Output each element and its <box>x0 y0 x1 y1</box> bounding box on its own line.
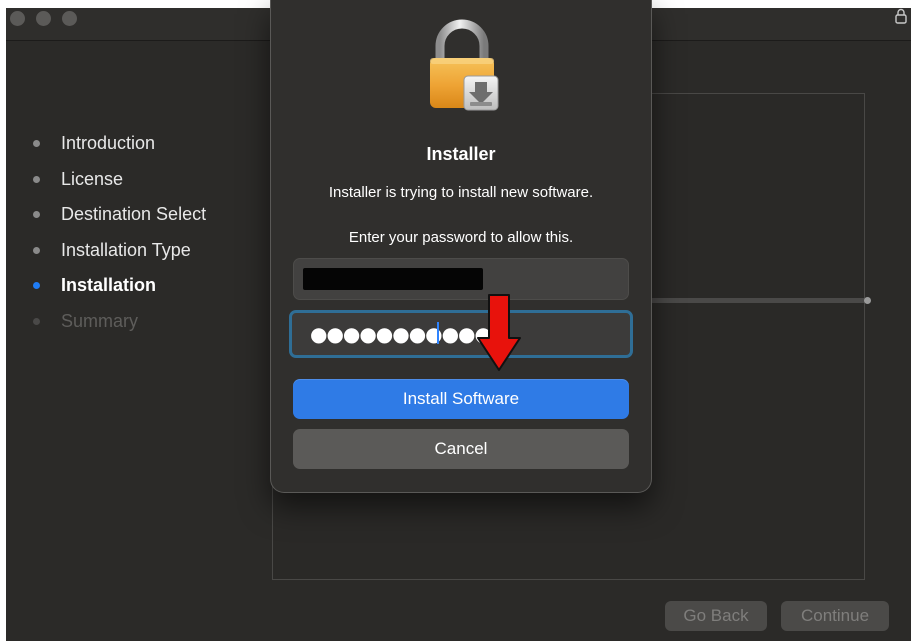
close-window-button[interactable] <box>10 11 25 26</box>
install-progress-bar <box>650 297 871 304</box>
step-dot <box>33 211 40 219</box>
go-back-button[interactable]: Go Back <box>665 601 767 631</box>
step-dot-active <box>33 282 40 290</box>
username-field[interactable] <box>293 258 629 300</box>
redacted-username <box>303 268 483 290</box>
password-mask: ●●●●●●●●●●● <box>310 322 492 346</box>
step-label: License <box>61 168 124 189</box>
step-label: Installation <box>61 275 157 296</box>
step-destination-select: Destination Select <box>32 197 206 233</box>
step-dot <box>33 175 40 183</box>
cancel-button[interactable]: Cancel <box>293 429 629 469</box>
minimize-window-button[interactable] <box>36 11 51 26</box>
password-field[interactable]: ●●●●●●●●●●● <box>289 310 633 358</box>
step-summary: Summary <box>32 304 206 340</box>
lock-icon <box>895 8 907 29</box>
step-dot <box>33 317 40 325</box>
authentication-dialog: Installer Installer is trying to install… <box>270 0 652 493</box>
dialog-prompt: Enter your password to allow this. <box>348 229 574 246</box>
step-installation-type: Installation Type <box>32 233 206 269</box>
step-introduction: Introduction <box>32 126 206 162</box>
step-label: Destination Select <box>61 204 207 225</box>
text-cursor <box>437 322 439 344</box>
installer-lock-icon <box>430 19 499 111</box>
progress-indicator <box>864 297 871 304</box>
red-arrow-annotation-icon <box>477 294 521 371</box>
installer-steps-list: Introduction License Destination Select … <box>32 126 206 339</box>
install-software-button[interactable]: Install Software <box>293 379 629 419</box>
step-dot <box>33 140 40 148</box>
step-dot <box>33 246 40 254</box>
step-license: License <box>32 162 206 198</box>
zoom-window-button[interactable] <box>62 11 77 26</box>
step-label: Summary <box>61 310 139 331</box>
dialog-message: Installer is trying to install new softw… <box>328 184 594 201</box>
step-label: Installation Type <box>61 239 191 260</box>
step-label: Introduction <box>61 133 156 154</box>
continue-button[interactable]: Continue <box>781 601 889 631</box>
step-installation: Installation <box>32 268 206 304</box>
dialog-title: Installer <box>426 144 496 164</box>
